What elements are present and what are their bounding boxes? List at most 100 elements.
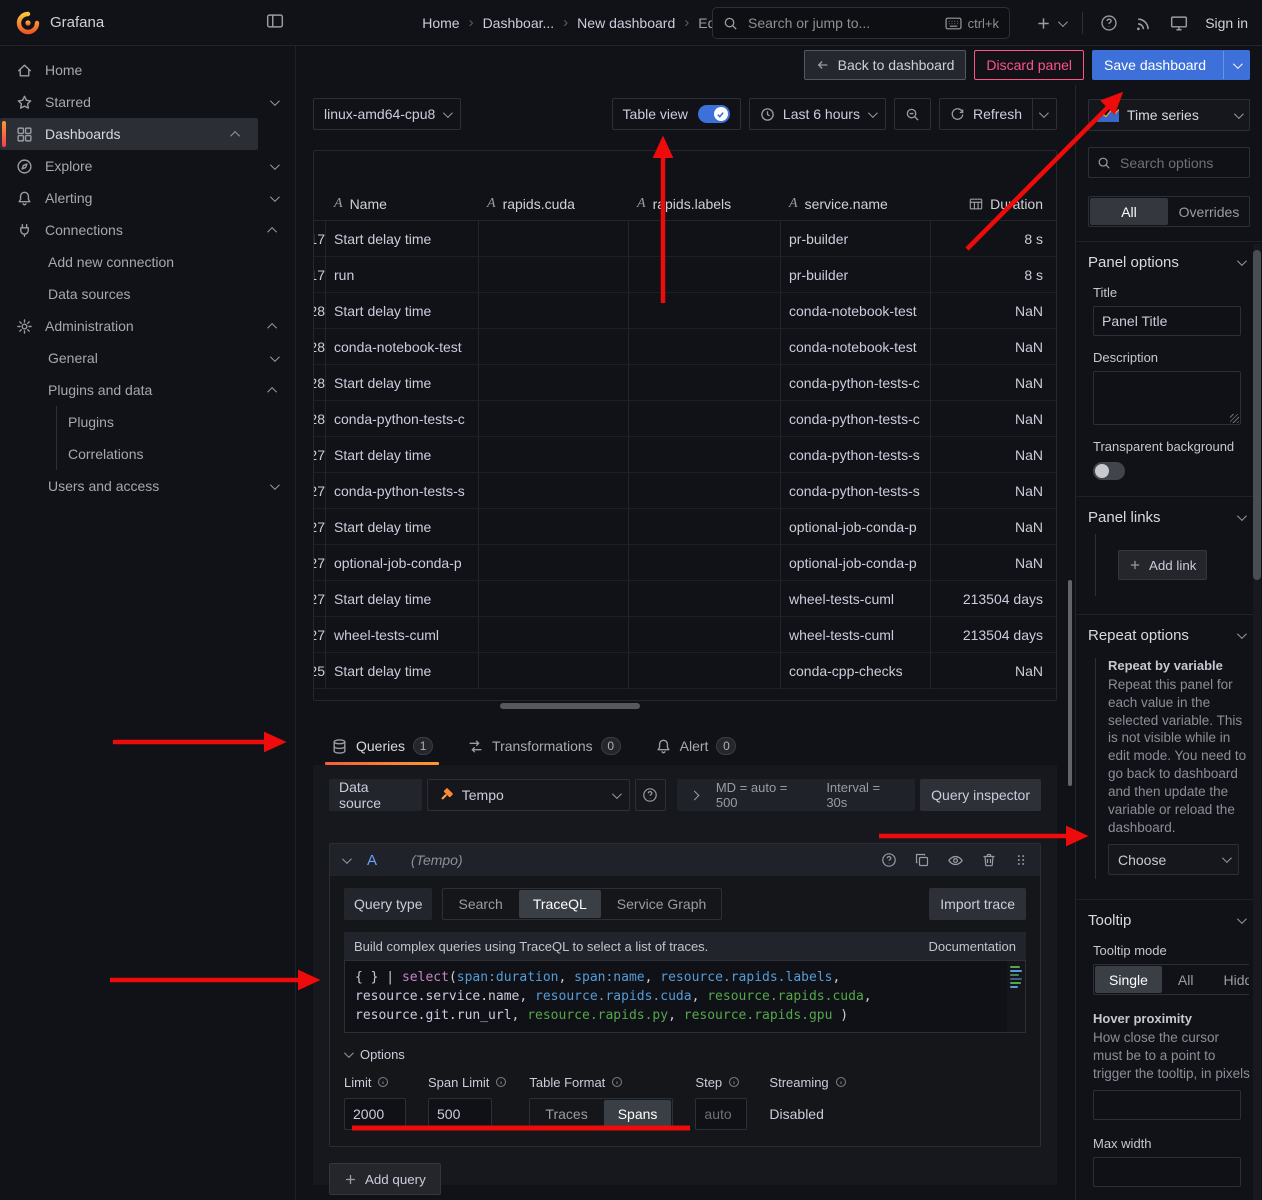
repeat-variable-select[interactable]: Choose <box>1108 844 1239 875</box>
tab-queries[interactable]: Queries1 <box>329 727 435 765</box>
format-traces[interactable]: Traces <box>531 1100 601 1128</box>
query-inspector-button[interactable]: Query inspector <box>920 779 1041 811</box>
section-tooltip[interactable]: Tooltip <box>1088 912 1250 929</box>
datasource-help-button[interactable] <box>635 779 666 811</box>
sidebar-item-plugins[interactable]: Plugins <box>0 406 295 438</box>
query-type-search[interactable]: Search <box>444 890 516 918</box>
limit-input[interactable] <box>344 1098 406 1130</box>
new-menu-button[interactable] <box>1036 16 1065 31</box>
streaming-label: Streaming <box>769 1075 828 1090</box>
help-circle-icon[interactable] <box>881 852 897 868</box>
duplicate-query-icon[interactable] <box>914 852 930 868</box>
tooltip-mode-single[interactable]: Single <box>1095 966 1162 993</box>
time-range-picker[interactable]: Last 6 hours <box>749 98 886 130</box>
monitor-icon[interactable] <box>1170 14 1188 32</box>
table-view-toggle[interactable] <box>698 105 730 123</box>
query-type-service-graph[interactable]: Service Graph <box>603 890 720 918</box>
back-to-dashboard-button[interactable]: Back to dashboard <box>804 50 967 80</box>
traceql-editor[interactable]: { } | select(span:duration, span:name, r… <box>344 960 1026 1033</box>
format-spans[interactable]: Spans <box>604 1100 672 1128</box>
content-scrollbar[interactable] <box>1068 580 1072 786</box>
sidebar-item-add-new-connection[interactable]: Add new connection <box>0 246 295 278</box>
scope-overrides[interactable]: Overrides <box>1170 198 1248 225</box>
resize-handle[interactable] <box>1230 414 1239 423</box>
datasource-picker[interactable]: Tempo <box>427 779 630 811</box>
sidebar-item-dashboards[interactable]: Dashboards <box>0 118 258 150</box>
scope-all[interactable]: All <box>1090 198 1168 225</box>
tab-alert[interactable]: Alert0 <box>653 727 739 765</box>
options-collapse[interactable]: Options <box>344 1047 1026 1062</box>
save-dashboard-button[interactable]: Save dashboard <box>1092 50 1250 80</box>
sidebar-item-starred[interactable]: Starred <box>0 86 295 118</box>
column-header-service-name[interactable]: Aservice.name <box>781 187 931 221</box>
table-horizontal-scrollbar[interactable] <box>500 703 640 709</box>
add-link-button[interactable]: Add link <box>1118 550 1207 580</box>
brand[interactable]: Grafana <box>16 11 104 35</box>
documentation-link[interactable]: Documentation <box>929 939 1016 954</box>
import-trace-button[interactable]: Import trace <box>929 888 1026 920</box>
refresh-interval-menu[interactable] <box>1039 108 1049 118</box>
help-circle-icon <box>642 787 658 803</box>
sidebar-collapse-icon[interactable] <box>266 12 284 30</box>
max-width-input[interactable] <box>1093 1157 1241 1187</box>
column-header-rapids-labels[interactable]: Arapids.labels <box>629 187 781 221</box>
sidebar-item-connections[interactable]: Connections <box>0 214 295 246</box>
sidebar-item-general[interactable]: General <box>0 342 295 374</box>
collapse-query-icon[interactable] <box>342 854 352 864</box>
sidebar-item-alerting[interactable]: Alerting <box>0 182 295 214</box>
search-input[interactable] <box>746 14 937 32</box>
save-dashboard-menu[interactable] <box>1223 51 1249 79</box>
sidebar-item-data-sources[interactable]: Data sources <box>0 278 295 310</box>
variable-dropdown[interactable]: linux-amd64-cpu8 <box>313 98 461 130</box>
sidebar-item-users-and-access[interactable]: Users and access <box>0 470 295 502</box>
sidebar-item-explore[interactable]: Explore <box>0 150 295 182</box>
help-icon[interactable] <box>1100 14 1118 32</box>
sidebar-item-administration[interactable]: Administration <box>0 310 295 342</box>
section-panel-links[interactable]: Panel links <box>1088 509 1250 526</box>
column-header-name[interactable]: AName <box>326 187 479 221</box>
sign-in-link[interactable]: Sign in <box>1205 15 1248 31</box>
section-panel-options[interactable]: Panel options <box>1088 254 1250 271</box>
sidebar-item-correlations[interactable]: Correlations <box>0 438 295 470</box>
query-card-header[interactable]: A (Tempo) <box>330 844 1040 876</box>
chevron-up-icon <box>267 226 277 236</box>
breadcrumb-item[interactable]: Home <box>422 15 459 31</box>
description-textarea[interactable] <box>1093 371 1241 425</box>
panel-title-input[interactable] <box>1093 306 1241 336</box>
discard-panel-button[interactable]: Discard panel <box>974 50 1084 80</box>
chevron-right-icon[interactable] <box>689 790 699 800</box>
global-search[interactable]: ctrl+k <box>712 7 1010 39</box>
cell-name: conda-notebook-test <box>326 329 479 365</box>
refresh-button[interactable]: Refresh <box>939 98 1057 130</box>
hover-proximity-input[interactable] <box>1093 1090 1241 1120</box>
breadcrumb-item[interactable]: Dashboar... <box>483 15 555 31</box>
delete-query-trash-icon[interactable] <box>981 852 997 868</box>
query-type-traceql[interactable]: TraceQL <box>519 890 601 918</box>
grafana-logo-icon <box>16 11 40 35</box>
add-query-button[interactable]: Add query <box>329 1163 441 1195</box>
breadcrumb-item[interactable]: New dashboard <box>577 15 675 31</box>
query-type-group: Search TraceQL Service Graph <box>442 888 722 920</box>
options-search-input[interactable] <box>1118 154 1241 172</box>
visualization-picker[interactable]: Time series <box>1088 99 1250 131</box>
tooltip-mode-all[interactable]: All <box>1164 966 1208 993</box>
options-search[interactable] <box>1088 147 1250 178</box>
section-repeat-options[interactable]: Repeat options <box>1088 627 1250 644</box>
step-input[interactable] <box>695 1098 747 1130</box>
hover-proximity-label: Hover proximity <box>1093 1011 1250 1026</box>
hide-query-eye-icon[interactable] <box>947 852 964 869</box>
column-header-rapids-cuda[interactable]: Arapids.cuda <box>479 187 629 221</box>
news-rss-icon[interactable] <box>1135 14 1153 32</box>
transparent-bg-toggle[interactable] <box>1093 462 1125 480</box>
tooltip-mode-hidden[interactable]: Hidden <box>1209 966 1249 993</box>
column-header-duration[interactable]: Duration <box>931 187 1056 221</box>
span-limit-input[interactable] <box>428 1098 492 1130</box>
zoom-out-button[interactable] <box>894 98 931 130</box>
sidebar-item-home[interactable]: Home <box>0 54 295 86</box>
sidebar-item-plugins-and-data[interactable]: Plugins and data <box>0 374 295 406</box>
options-scrollbar[interactable] <box>1253 250 1261 580</box>
chevron-down-icon <box>270 192 280 202</box>
cell-partial: 17 <box>314 221 326 257</box>
drag-handle-icon[interactable] <box>1014 853 1028 867</box>
tab-transformations[interactable]: Transformations0 <box>465 727 623 765</box>
